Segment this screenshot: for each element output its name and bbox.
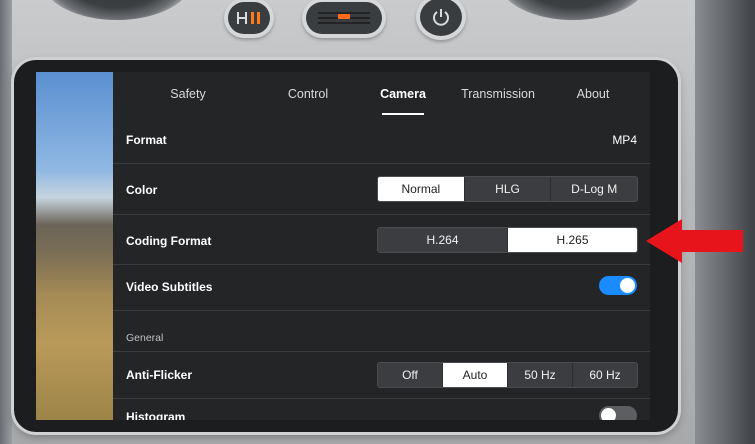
tab-safety-label: Safety: [170, 87, 206, 101]
remote-controller: Safety Control Camera Transmission About…: [0, 0, 755, 444]
display-screen: Safety Control Camera Transmission About…: [36, 72, 650, 420]
histogram-label: Histogram: [126, 410, 186, 420]
left-control-stick[interactable]: [42, 0, 192, 20]
anti-flicker-option-off-label: Off: [402, 368, 418, 382]
anti-flicker-option-50hz[interactable]: 50 Hz: [508, 363, 573, 387]
anti-flicker-option-50hz-label: 50 Hz: [524, 368, 556, 382]
tab-safety[interactable]: Safety: [113, 72, 263, 116]
tab-about-label: About: [576, 87, 610, 101]
tab-control-label: Control: [287, 87, 329, 101]
coding-format-segmented-control: H.264 H.265: [377, 227, 638, 253]
annotation-arrow-icon: [646, 219, 743, 263]
anti-flicker-option-auto[interactable]: Auto: [443, 363, 508, 387]
coding-option-h265-label: H.265: [556, 233, 589, 247]
anti-flicker-row: Anti-Flicker Off Auto 50 Hz 60 Hz: [113, 351, 650, 399]
color-label: Color: [126, 183, 158, 197]
tab-about[interactable]: About: [543, 72, 643, 116]
color-option-normal-label: Normal: [401, 182, 441, 196]
toggle-knob: [620, 278, 635, 293]
tab-transmission[interactable]: Transmission: [453, 72, 543, 116]
coding-option-h264-label: H.264: [426, 233, 459, 247]
color-segmented-control: Normal HLG D-Log M: [377, 176, 638, 202]
histogram-row: Histogram: [113, 399, 650, 420]
right-control-stick[interactable]: [498, 0, 648, 20]
color-option-normal[interactable]: Normal: [378, 177, 465, 201]
toggle-knob: [601, 408, 616, 420]
coding-format-row: Coding Format H.264 H.265: [113, 215, 650, 265]
tab-transmission-label: Transmission: [461, 87, 535, 101]
color-row: Color Normal HLG D-Log M: [113, 164, 650, 215]
general-section-header: General: [113, 311, 650, 351]
anti-flicker-segmented-control: Off Auto 50 Hz 60 Hz: [377, 362, 638, 388]
format-value: MP4: [612, 133, 637, 147]
color-option-dlog-m[interactable]: D-Log M: [551, 177, 637, 201]
tab-control[interactable]: Control: [263, 72, 353, 116]
power-icon: [433, 9, 449, 26]
record-icon: [318, 12, 370, 24]
anti-flicker-option-60hz[interactable]: 60 Hz: [573, 363, 637, 387]
coding-option-h264[interactable]: H.264: [378, 228, 508, 252]
settings-tab-bar: Safety Control Camera Transmission About: [113, 72, 650, 116]
format-label: Format: [126, 133, 167, 147]
video-subtitles-toggle[interactable]: [599, 276, 637, 295]
general-section-label: General: [126, 332, 164, 344]
active-tab-indicator: [382, 113, 424, 115]
controller-left-edge: [0, 0, 12, 444]
histogram-toggle[interactable]: [599, 406, 637, 420]
video-subtitles-row: Video Subtitles: [113, 265, 650, 311]
pause-return-icon: [237, 12, 260, 24]
color-option-hlg[interactable]: HLG: [465, 177, 552, 201]
tab-camera-label: Camera: [380, 87, 426, 101]
settings-panel: Safety Control Camera Transmission About…: [113, 72, 650, 420]
anti-flicker-option-off[interactable]: Off: [378, 363, 443, 387]
camera-live-view[interactable]: [36, 72, 113, 420]
color-option-hlg-label: HLG: [495, 182, 520, 196]
color-option-dlog-m-label: D-Log M: [571, 182, 618, 196]
tab-camera[interactable]: Camera: [353, 72, 453, 116]
anti-flicker-option-auto-label: Auto: [462, 368, 488, 382]
record-button[interactable]: [306, 2, 382, 34]
format-row[interactable]: Format MP4: [113, 116, 650, 164]
pause-return-button[interactable]: [228, 2, 270, 34]
coding-format-label: Coding Format: [126, 234, 212, 248]
anti-flicker-option-60hz-label: 60 Hz: [589, 368, 621, 382]
video-subtitles-label: Video Subtitles: [126, 280, 213, 294]
coding-option-h265[interactable]: H.265: [508, 228, 637, 252]
power-button[interactable]: [420, 0, 462, 36]
anti-flicker-label: Anti-Flicker: [126, 368, 193, 382]
